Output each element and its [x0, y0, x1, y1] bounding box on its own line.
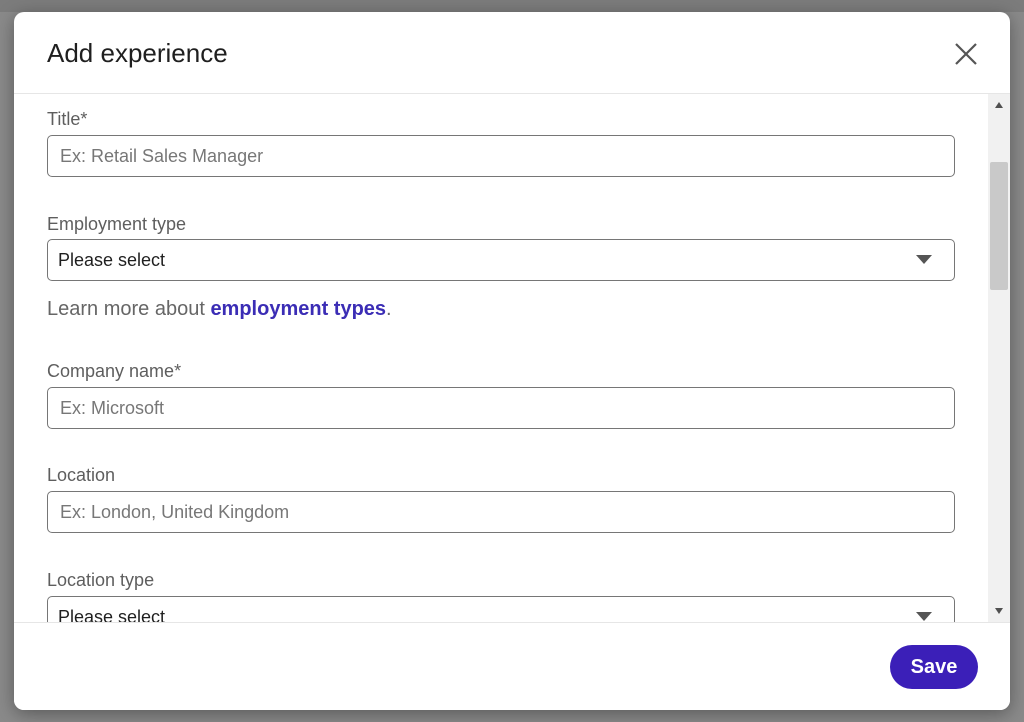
scrollbar-thumb[interactable] — [990, 162, 1008, 290]
location-type-label: Location type — [47, 570, 155, 590]
employment-types-link[interactable]: employment types — [210, 298, 386, 320]
company-name-input[interactable] — [47, 387, 955, 429]
dialog-body: Title* Employment type Please select Lea… — [14, 94, 1010, 622]
learn-more-text: Learn more about employment types. — [47, 298, 392, 321]
add-experience-dialog: Add experience Title* Employment type Pl… — [14, 12, 1010, 710]
scroll-up-arrow-icon[interactable] — [994, 100, 1004, 110]
learn-more-suffix: . — [386, 298, 392, 320]
chevron-down-icon — [916, 612, 932, 621]
title-input[interactable] — [47, 135, 955, 177]
location-input[interactable] — [47, 491, 955, 533]
employment-type-value: Please select — [58, 250, 166, 270]
employment-type-select[interactable]: Please select — [47, 239, 955, 281]
location-label: Location — [47, 465, 116, 485]
background-page-top — [0, 0, 1024, 12]
location-type-select[interactable]: Please select — [47, 596, 955, 622]
chevron-down-icon — [916, 255, 932, 264]
close-button[interactable] — [946, 34, 986, 74]
dialog-header: Add experience — [14, 12, 1010, 94]
scroll-down-arrow-icon[interactable] — [994, 606, 1004, 616]
location-type-value: Please select — [58, 607, 166, 622]
title-label: Title* — [47, 109, 88, 129]
learn-more-prefix: Learn more about — [47, 298, 211, 320]
dialog-title: Add experience — [47, 38, 228, 68]
dialog-scrollbar[interactable] — [988, 94, 1010, 622]
company-name-label: Company name* — [47, 361, 182, 381]
employment-type-label: Employment type — [47, 214, 187, 234]
save-button[interactable]: Save — [890, 645, 978, 689]
dialog-footer: Save — [14, 622, 1010, 710]
close-icon — [955, 43, 977, 65]
